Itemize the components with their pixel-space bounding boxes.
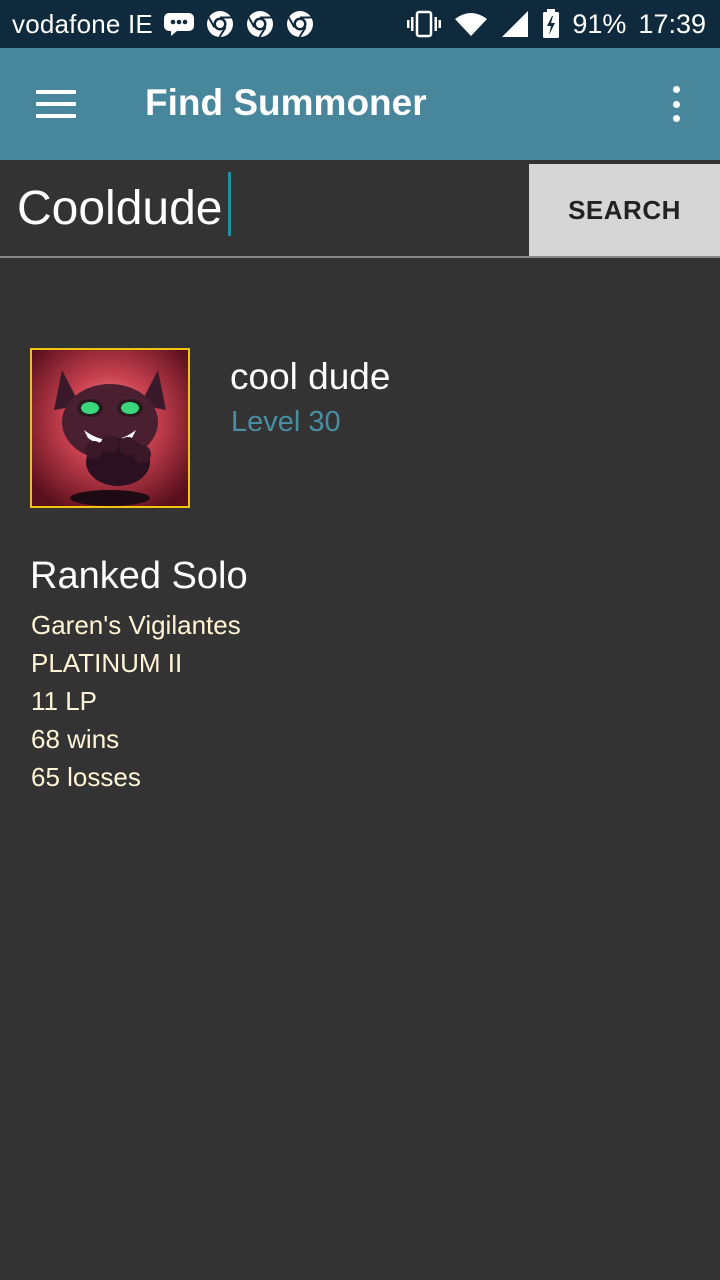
carrier-label: vodafone IE (12, 8, 153, 39)
summoner-avatar (30, 348, 190, 508)
league-points: 11 LP (31, 686, 98, 716)
ranked-queue-title: Ranked Solo (30, 555, 248, 597)
overflow-menu-icon[interactable] (664, 84, 688, 124)
battery-percentage: 91% (572, 8, 627, 39)
search-button[interactable]: SEARCH (529, 164, 720, 256)
signal-icon (500, 10, 530, 38)
chrome-icon (285, 9, 315, 39)
app-bar: Find Summoner (0, 48, 720, 160)
text-caret (228, 172, 231, 236)
league-name: Garen's Vigilantes (31, 610, 241, 640)
clock: 17:39 (638, 8, 706, 39)
search-row: SEARCH (0, 160, 720, 258)
chrome-icon (245, 9, 275, 39)
losses-count: 65 losses (31, 762, 141, 792)
ranked-stats: Garen's Vigilantes PLATINUM II 11 LP 68 … (31, 606, 241, 796)
tier-division: PLATINUM II (31, 648, 183, 678)
summoner-level: Level 30 (231, 406, 341, 438)
vibrate-icon (406, 10, 442, 38)
wins-count: 68 wins (31, 724, 120, 754)
page-title: Find Summoner (145, 82, 427, 123)
status-bar: vodafone IE 91% 17:39 (0, 0, 720, 48)
chrome-icon (205, 9, 235, 39)
hamburger-menu-icon[interactable] (36, 88, 76, 120)
summoner-name: cool dude (230, 356, 391, 397)
wifi-icon (454, 11, 488, 37)
battery-charging-icon (542, 9, 560, 39)
messages-icon (163, 11, 195, 37)
summoner-search-input[interactable] (0, 160, 529, 256)
